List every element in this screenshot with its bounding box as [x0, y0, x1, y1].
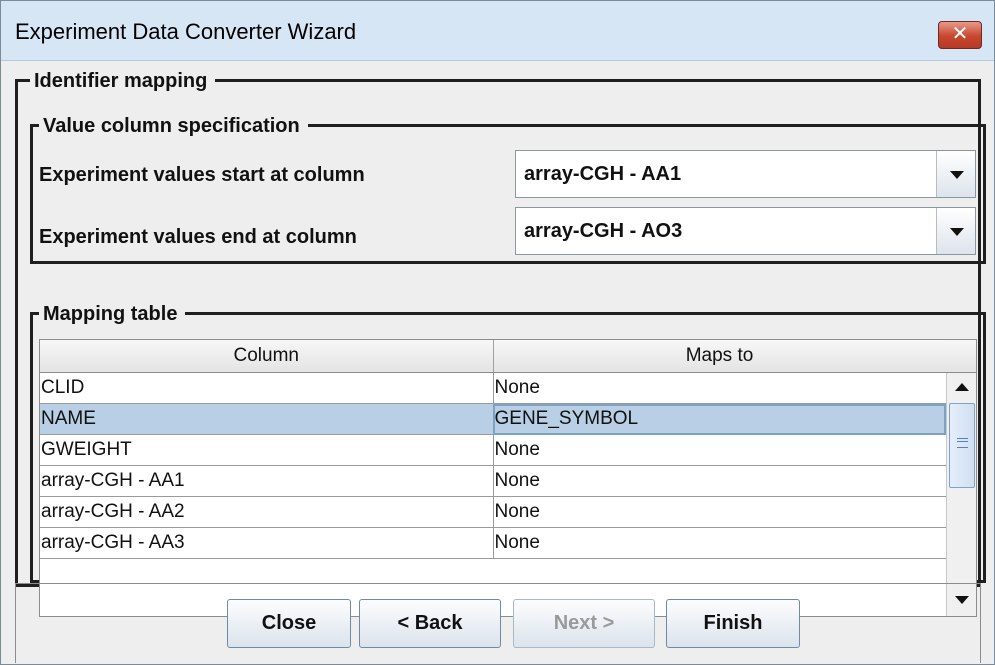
column-cell[interactable]: GWEIGHT	[40, 434, 494, 466]
finish-button[interactable]: Finish	[666, 599, 800, 648]
mapping-table-title: Mapping table	[39, 303, 186, 325]
close-button[interactable]: Close	[227, 599, 351, 648]
start-column-label: Experiment values start at column	[39, 164, 365, 186]
window-close-button[interactable]: ✕	[938, 21, 982, 49]
maps-to-cell[interactable]: None	[493, 496, 947, 528]
maps-to-cell[interactable]: GENE_SYMBOL	[493, 403, 947, 435]
column-header-maps-to[interactable]: Maps to	[493, 340, 947, 373]
start-column-value: array-CGH - AA1	[524, 163, 682, 185]
next-button: Next >	[513, 599, 655, 648]
end-column-value: array-CGH - AO3	[524, 220, 683, 242]
table-scrollbar[interactable]	[946, 373, 976, 616]
maps-to-cell[interactable]: None	[493, 527, 947, 559]
table-header-row: Column Maps to	[40, 340, 947, 373]
maps-to-cell[interactable]: None	[493, 434, 947, 466]
maps-to-cell[interactable]: None	[493, 465, 947, 497]
value-column-spec-title: Value column specification	[39, 115, 308, 137]
table-row-selected[interactable]: NAME GENE_SYMBOL	[40, 403, 947, 435]
mapping-table-grid: Column Maps to CLID None NAME GENE_SYMBO…	[40, 340, 947, 559]
identifier-mapping-title: Identifier mapping	[30, 70, 216, 92]
wizard-window: Experiment Data Converter Wizard ✕ Ident…	[0, 0, 995, 665]
column-cell[interactable]: array-CGH - AA3	[40, 527, 494, 559]
column-cell[interactable]: NAME	[40, 403, 494, 435]
table-row[interactable]: CLID None	[40, 372, 947, 404]
column-cell[interactable]: array-CGH - AA1	[40, 465, 494, 497]
end-column-label: Experiment values end at column	[39, 226, 357, 248]
wizard-content: Identifier mapping Value column specific…	[1, 61, 994, 664]
scrollbar-thumb[interactable]	[949, 403, 975, 488]
table-header-corner	[946, 340, 976, 373]
end-column-select[interactable]: array-CGH - AO3	[515, 207, 976, 255]
table-row[interactable]: GWEIGHT None	[40, 434, 947, 466]
table-row[interactable]: array-CGH - AA1 None	[40, 465, 947, 497]
maps-to-cell[interactable]: None	[493, 372, 947, 404]
mapping-table: Column Maps to CLID None NAME GENE_SYMBO…	[39, 339, 977, 617]
back-button[interactable]: < Back	[359, 599, 501, 648]
column-cell[interactable]: CLID	[40, 372, 494, 404]
close-icon: ✕	[951, 23, 969, 45]
column-header-column[interactable]: Column	[40, 340, 494, 373]
chevron-down-icon[interactable]	[936, 151, 975, 197]
scroll-up-arrow-icon[interactable]	[949, 375, 975, 401]
table-row[interactable]: array-CGH - AA2 None	[40, 496, 947, 528]
chevron-down-icon[interactable]	[936, 208, 975, 254]
start-column-select[interactable]: array-CGH - AA1	[515, 150, 976, 198]
title-bar: Experiment Data Converter Wizard ✕	[1, 1, 994, 61]
table-row[interactable]: array-CGH - AA3 None	[40, 527, 947, 559]
column-cell[interactable]: array-CGH - AA2	[40, 496, 494, 528]
window-title: Experiment Data Converter Wizard	[15, 19, 357, 44]
